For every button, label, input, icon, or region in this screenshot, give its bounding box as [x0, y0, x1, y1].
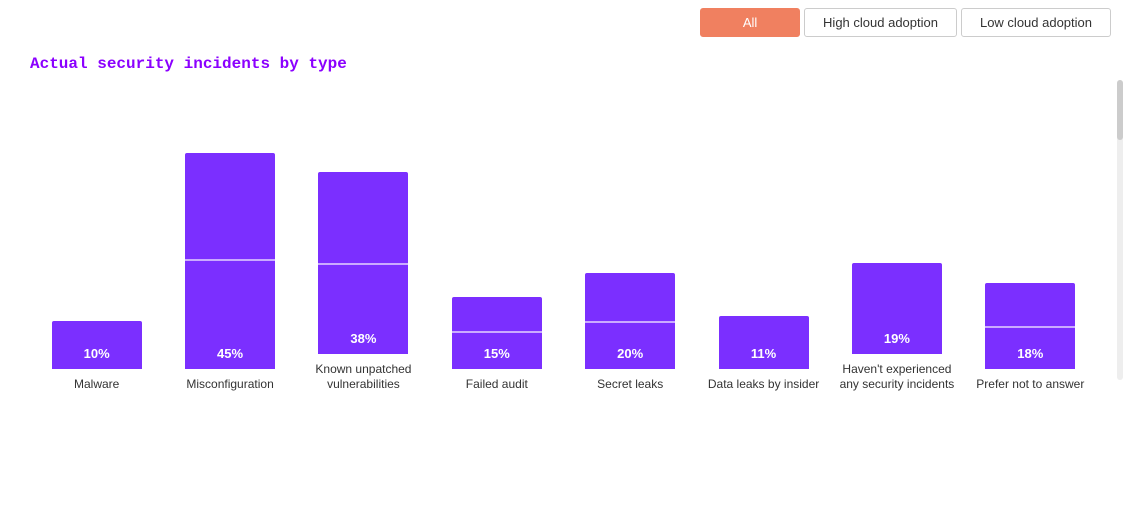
bar-group-misconfiguration: 45% Misconfiguration — [170, 153, 290, 393]
scrollbar[interactable] — [1117, 80, 1123, 380]
bar-chart: 10% Malware 45% Misconfiguration 38% Known un… — [0, 93, 1127, 393]
filter-all-button[interactable]: All — [700, 8, 800, 37]
bar-label-prefer-not: Prefer not to answer — [976, 377, 1084, 393]
bar-group-malware: 10% Malware — [37, 321, 157, 393]
bar-stack-failed-audit: 15% — [452, 297, 542, 369]
bar-segment-secret-leaks-0 — [585, 273, 675, 321]
bar-segment-prefer-not-0 — [985, 283, 1075, 326]
bar-segment-misconfiguration-0 — [185, 153, 275, 259]
bar-group-failed-audit: 15% Failed audit — [437, 297, 557, 393]
bar-group-data-leaks: 11% Data leaks by insider — [704, 316, 824, 393]
chart-title: Actual security incidents by type — [0, 45, 1127, 93]
bar-group-known-unpatched: 38% Known unpatched vulnerabilities — [303, 172, 423, 393]
bar-segment-malware-0 — [52, 321, 142, 369]
bar-stack-misconfiguration: 45% — [185, 153, 275, 369]
bar-segment-known-unpatched-0 — [318, 172, 408, 263]
bar-label-secret-leaks: Secret leaks — [597, 377, 663, 393]
bar-group-prefer-not: 18% Prefer not to answer — [970, 283, 1090, 393]
bar-percentage-malware: 10% — [84, 346, 110, 361]
filter-high-cloud-button[interactable]: High cloud adoption — [804, 8, 957, 37]
bar-percentage-data-leaks: 11% — [751, 346, 776, 361]
bar-label-data-leaks: Data leaks by insider — [708, 377, 819, 393]
bar-label-failed-audit: Failed audit — [466, 377, 528, 393]
filter-low-cloud-button[interactable]: Low cloud adoption — [961, 8, 1111, 37]
bar-group-no-incidents: 19% Haven't experienced any security inci… — [837, 263, 957, 393]
bar-percentage-failed-audit: 15% — [484, 346, 510, 361]
bar-percentage-secret-leaks: 20% — [617, 346, 643, 361]
bar-segment-failed-audit-0 — [452, 297, 542, 331]
bar-segment-data-leaks-0 — [719, 316, 809, 369]
bar-percentage-misconfiguration: 45% — [217, 346, 243, 361]
filter-bar: All High cloud adoption Low cloud adopti… — [0, 0, 1127, 45]
bar-stack-secret-leaks: 20% — [585, 273, 675, 369]
bar-label-misconfiguration: Misconfiguration — [186, 377, 273, 393]
bar-label-no-incidents: Haven't experienced any security inciden… — [837, 362, 957, 393]
bar-stack-data-leaks: 11% — [719, 316, 809, 369]
bar-percentage-prefer-not: 18% — [1017, 346, 1043, 361]
bar-label-known-unpatched: Known unpatched vulnerabilities — [303, 362, 423, 393]
bar-label-malware: Malware — [74, 377, 119, 393]
bar-percentage-no-incidents: 19% — [884, 331, 910, 346]
bar-segment-secret-leaks-1 — [585, 321, 675, 369]
bar-percentage-known-unpatched: 38% — [350, 331, 376, 346]
bar-stack-malware: 10% — [52, 321, 142, 369]
bar-group-secret-leaks: 20% Secret leaks — [570, 273, 690, 393]
scrollbar-thumb[interactable] — [1117, 80, 1123, 140]
bar-stack-no-incidents: 19% — [852, 263, 942, 354]
bar-stack-prefer-not: 18% — [985, 283, 1075, 369]
bar-stack-known-unpatched: 38% — [318, 172, 408, 354]
